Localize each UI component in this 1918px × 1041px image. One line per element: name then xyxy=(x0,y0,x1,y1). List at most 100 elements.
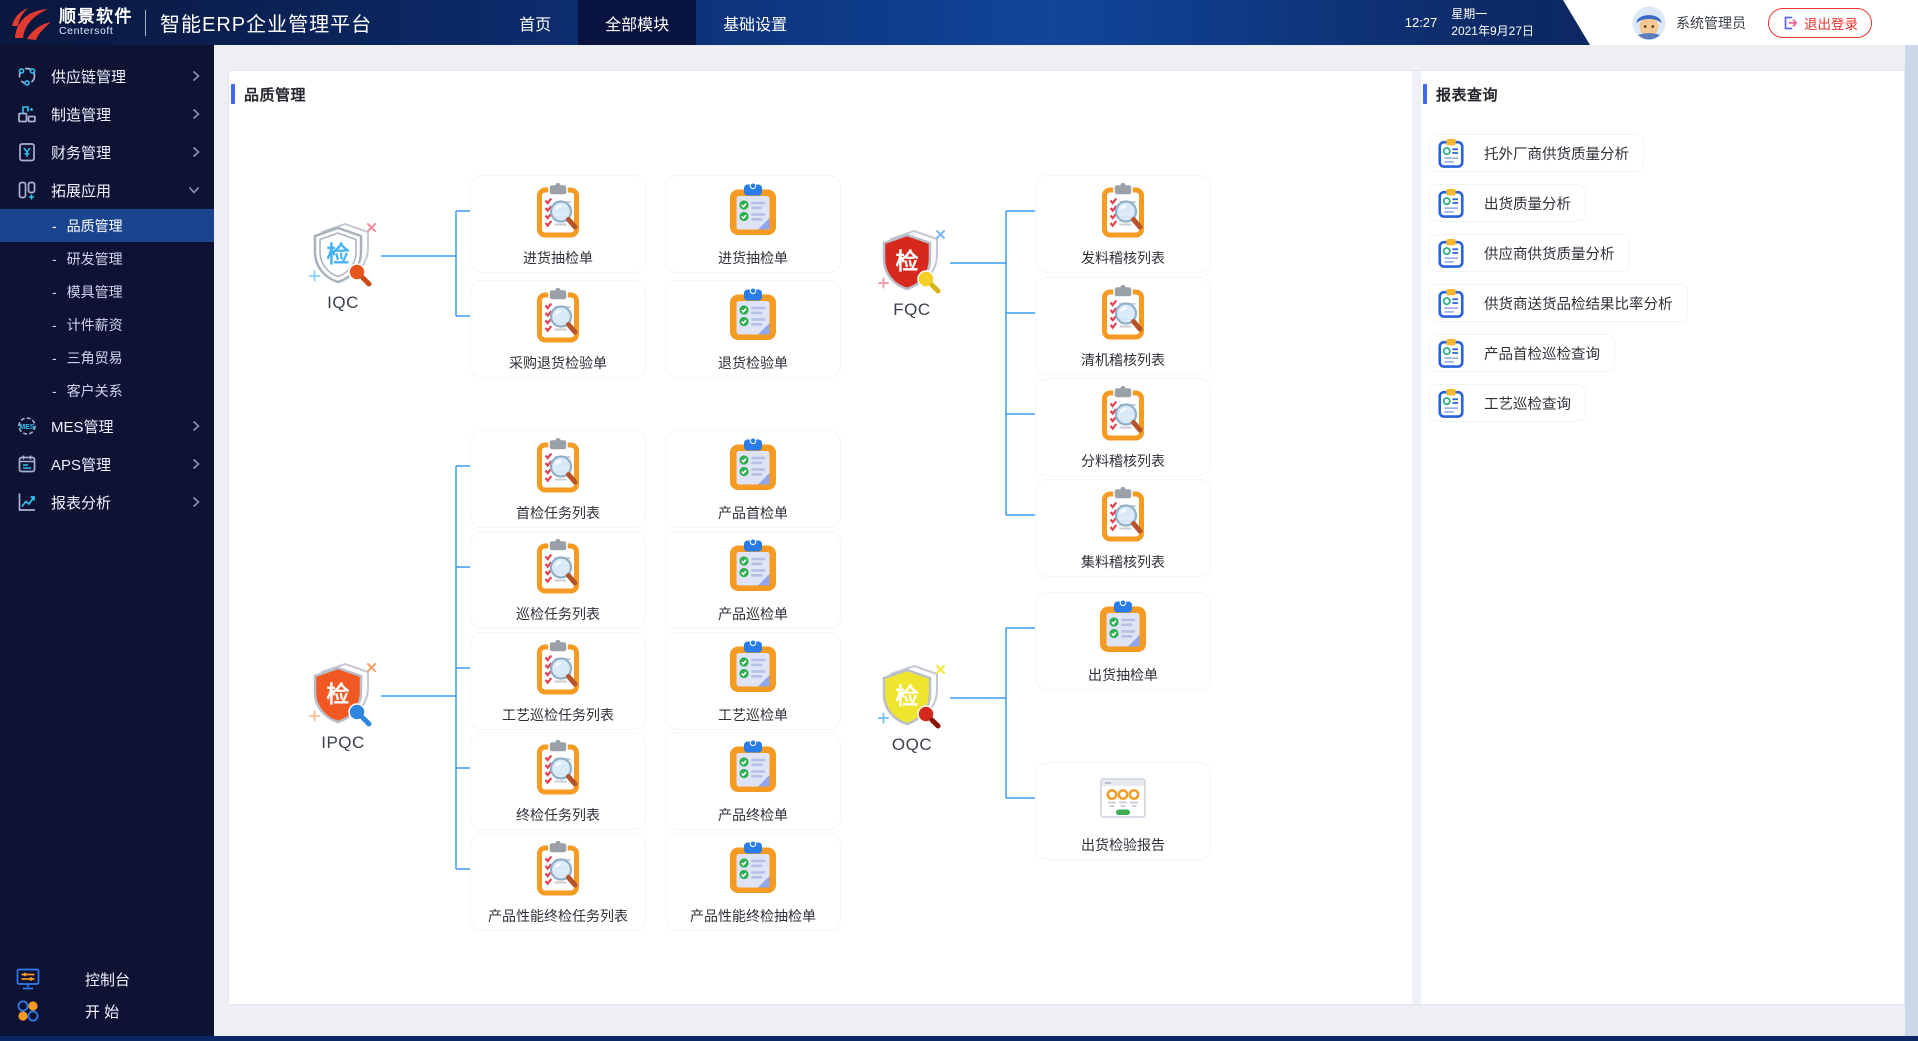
fqc-shield-icon: 检 xyxy=(874,227,950,297)
flow-item[interactable]: 采购退货检验单 xyxy=(470,280,646,378)
user-name: 系统管理员 xyxy=(1676,14,1746,31)
sidebar-item-aps[interactable]: APS管理 xyxy=(0,445,214,483)
report-query-item[interactable]: 供应商供货质量分析 xyxy=(1429,234,1630,272)
chevron-right-icon xyxy=(192,70,200,82)
flow-item-label: 进货抽检单 xyxy=(523,250,593,266)
chevron-right-icon xyxy=(192,496,200,508)
flow-item[interactable]: 工艺巡检单 xyxy=(665,632,841,730)
report-query-item[interactable]: 产品首检巡检查询 xyxy=(1429,334,1615,372)
sidebar-item-label: 财务管理 xyxy=(51,144,112,162)
nav-item-home[interactable]: 首页 xyxy=(492,0,578,45)
sidebar-menu: 供应链管理 制造管理 财务管理 拓展应用 - 品质管理 - 研发管理 - 模具管理 - 计件薪资 - 三角… xyxy=(0,45,214,521)
nav-item-basic-settings[interactable]: 基础设置 xyxy=(696,0,814,45)
flow-item[interactable]: 进货抽检单 xyxy=(665,175,841,273)
flow-group-label: IPQC xyxy=(321,733,365,752)
flow-item[interactable]: 首检任务列表 xyxy=(470,430,646,528)
report-query-label: 工艺巡检查询 xyxy=(1484,396,1571,413)
logo: 顺景软件 Centersoft xyxy=(0,4,133,42)
sidebar-footer: 控制台开 始 xyxy=(0,963,214,1027)
sidebar-item-rnd[interactable]: - 研发管理 xyxy=(0,242,214,275)
flow-item[interactable]: 产品性能终检抽检单 xyxy=(665,833,841,931)
report-query-icon xyxy=(1436,188,1466,218)
flow-item[interactable]: 产品终检单 xyxy=(665,732,841,830)
flow-item[interactable]: 产品性能终检任务列表 xyxy=(470,833,646,931)
report-query-label: 托外厂商供货质量分析 xyxy=(1484,146,1629,163)
flow-item[interactable]: 进货抽检单 xyxy=(470,175,646,273)
flow-item-label: 工艺巡检任务列表 xyxy=(502,707,614,723)
user-avatar-icon[interactable] xyxy=(1632,6,1666,40)
report-query-item[interactable]: 托外厂商供货质量分析 xyxy=(1429,134,1644,172)
nav-item-all-modules[interactable]: 全部模块 xyxy=(578,0,697,45)
flow-item[interactable]: 终检任务列表 xyxy=(470,732,646,830)
sidebar-item-mes[interactable]: MES MES管理 xyxy=(0,407,214,445)
logout-button[interactable]: 退出登录 xyxy=(1768,7,1872,38)
sidebar-item-customer-relations[interactable]: - 客户关系 xyxy=(0,374,214,407)
clipboard-form-icon xyxy=(1095,600,1151,656)
flow-group-label: OQC xyxy=(891,735,933,754)
flow-item[interactable]: 巡检任务列表 xyxy=(470,531,646,629)
sidebar-item-manufacturing[interactable]: 制造管理 xyxy=(0,95,214,133)
clipboard-form-icon xyxy=(725,183,781,239)
flow-item[interactable]: 发料稽核列表 xyxy=(1035,175,1211,273)
sidebar-item-mold[interactable]: - 模具管理 xyxy=(0,275,214,308)
sidebar-footer-start[interactable]: 开 始 xyxy=(0,995,214,1027)
flow-item-label: 退货检验单 xyxy=(718,355,788,371)
flow-item[interactable]: 出货检验报告 xyxy=(1035,762,1211,860)
sidebar-item-supply-chain[interactable]: 供应链管理 xyxy=(0,57,214,95)
supply-chain-icon xyxy=(16,65,38,87)
title-accent-bar xyxy=(231,84,235,104)
flow-item[interactable]: 产品巡检单 xyxy=(665,531,841,629)
clipboard-form-icon xyxy=(725,539,781,595)
sidebar-footer-console[interactable]: 控制台 xyxy=(0,963,214,995)
report-query-label: 产品首检巡检查询 xyxy=(1484,346,1600,363)
extensions-icon xyxy=(16,179,38,201)
clipboard-inspect-icon xyxy=(1095,183,1151,239)
logo-text: 顺景软件 Centersoft xyxy=(59,6,133,38)
sidebar-item-quality[interactable]: - 品质管理 xyxy=(0,209,214,242)
logo-title: 顺景软件 xyxy=(59,6,133,26)
clipboard-form-icon xyxy=(725,288,781,344)
flow-item[interactable]: 分料稽核列表 xyxy=(1035,378,1211,476)
flow-group-oqc: 检 OQC xyxy=(852,662,972,755)
report-query-item[interactable]: 工艺巡检查询 xyxy=(1429,384,1586,422)
flow-item[interactable]: 清机稽核列表 xyxy=(1035,277,1211,375)
flow-item-label: 集料稽核列表 xyxy=(1081,554,1165,570)
report-query-item[interactable]: 供货商送货品检结果比率分析 xyxy=(1429,284,1688,322)
clipboard-inspect-icon xyxy=(1095,285,1151,341)
sidebar-item-label: 研发管理 xyxy=(66,250,123,267)
sidebar-item-label: MES管理 xyxy=(51,418,114,436)
flow-item-label: 清机稽核列表 xyxy=(1081,352,1165,368)
logo-swoosh-icon xyxy=(10,4,54,42)
clipboard-form-icon xyxy=(725,841,781,897)
report-icon xyxy=(1095,770,1151,826)
flow-item[interactable]: 集料稽核列表 xyxy=(1035,479,1211,577)
flow-item-label: 产品巡检单 xyxy=(718,606,788,622)
svg-text:检: 检 xyxy=(896,683,919,709)
clipboard-inspect-icon xyxy=(1095,487,1151,543)
flow-item[interactable]: 工艺巡检任务列表 xyxy=(470,632,646,730)
report-query-item[interactable]: 出货质量分析 xyxy=(1429,184,1586,222)
flow-group-label: IQC xyxy=(327,293,359,312)
flow-item[interactable]: 退货检验单 xyxy=(665,280,841,378)
report-query-icon xyxy=(1436,288,1466,318)
flow-item[interactable]: 产品首检单 xyxy=(665,430,841,528)
sidebar-item-report-analysis[interactable]: 报表分析 xyxy=(0,483,214,521)
logout-label: 退出登录 xyxy=(1804,16,1858,32)
sidebar-footer-label: 控制台 xyxy=(85,971,131,989)
bullet-dash: - xyxy=(52,316,57,333)
flow-item[interactable]: 出货抽检单 xyxy=(1035,592,1211,690)
sidebar-item-label: APS管理 xyxy=(51,456,112,474)
clipboard-form-icon xyxy=(725,740,781,796)
clipboard-inspect-icon xyxy=(1095,386,1151,442)
flow-group-fqc: 检 FQC xyxy=(852,227,972,320)
sidebar-item-extensions[interactable]: 拓展应用 xyxy=(0,171,214,209)
clipboard-inspect-icon xyxy=(530,841,586,897)
topbar-right: 12:27 星期一 2021年9月27日 系统管理员 退出登录 xyxy=(1405,0,1918,45)
sidebar-item-label: 计件薪资 xyxy=(66,316,123,333)
sidebar-item-finance[interactable]: 财务管理 xyxy=(0,133,214,171)
sidebar-item-piece-salary[interactable]: - 计件薪资 xyxy=(0,308,214,341)
sidebar-item-label: 客户关系 xyxy=(66,382,123,399)
sidebar-item-triangle-trade[interactable]: - 三角贸易 xyxy=(0,341,214,374)
right-gutter xyxy=(1905,45,1918,1036)
bullet-dash: - xyxy=(52,349,57,366)
